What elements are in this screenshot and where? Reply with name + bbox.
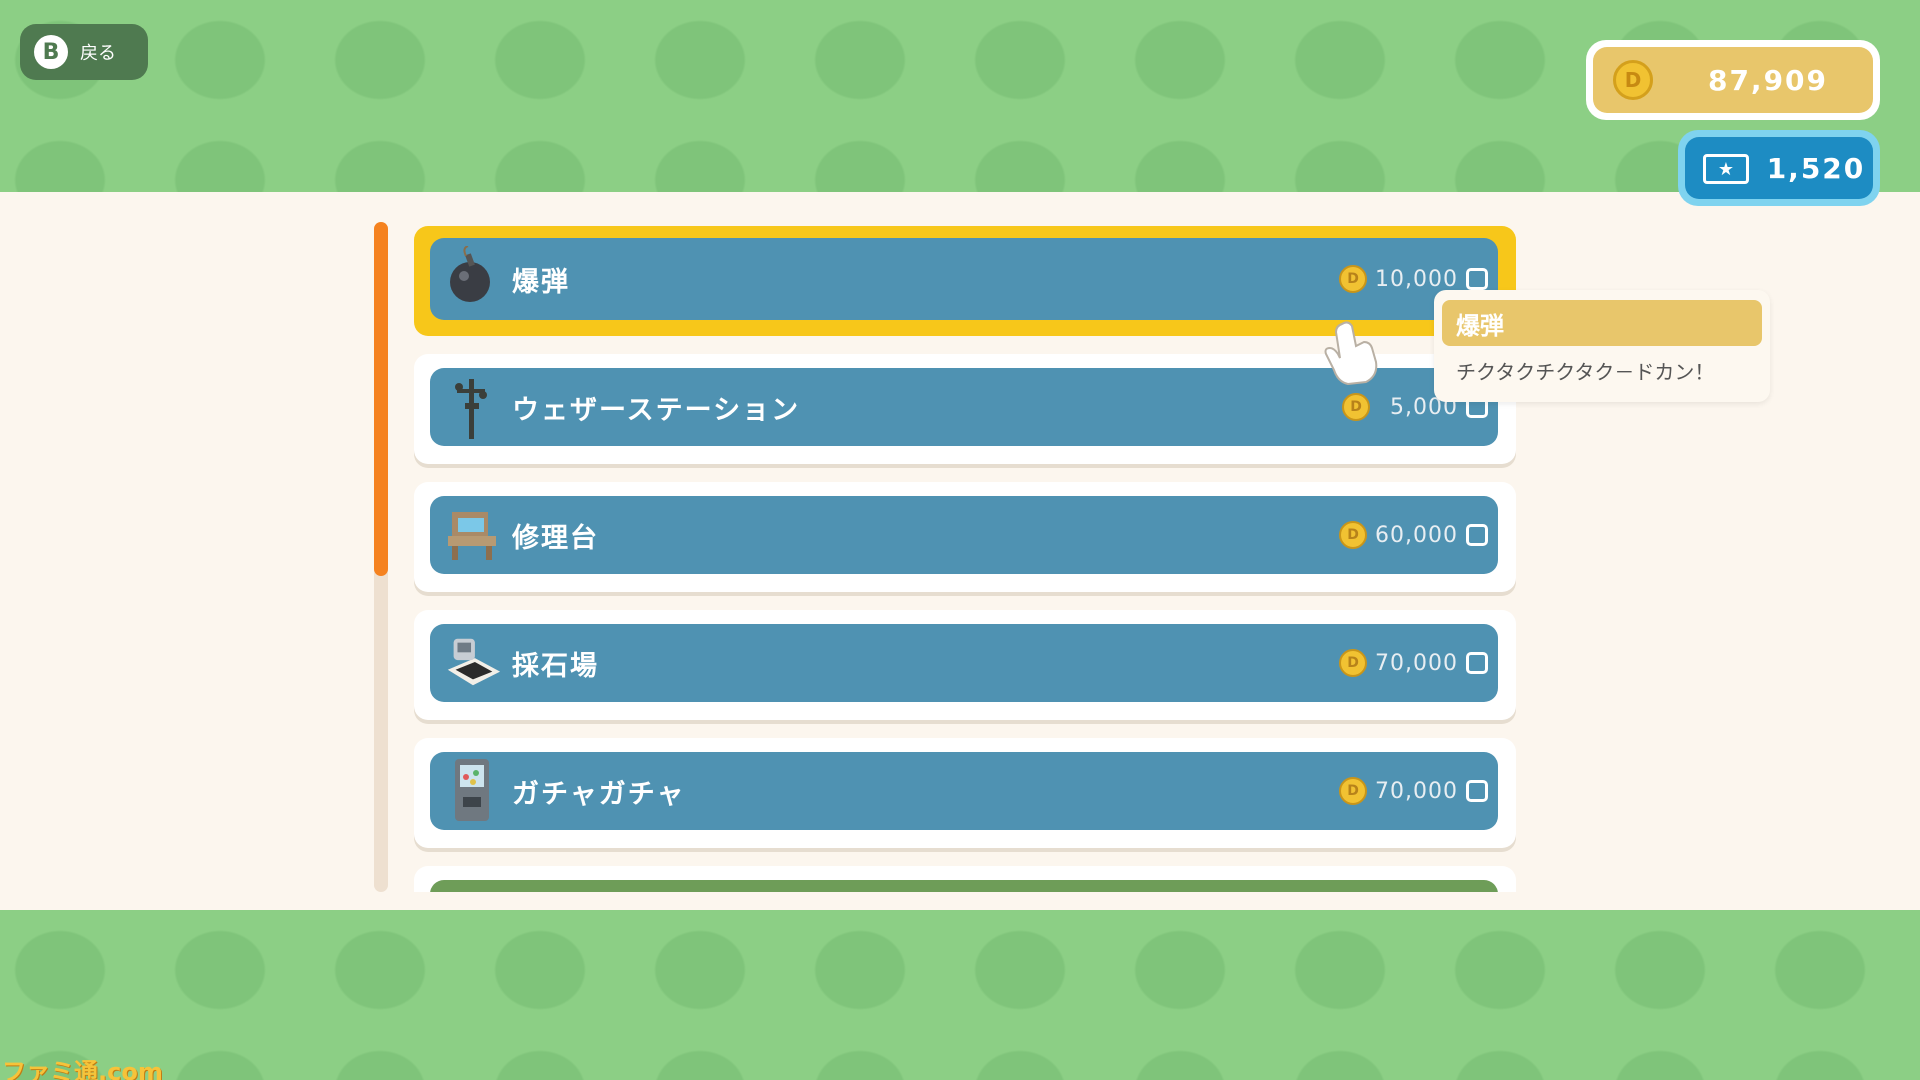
coin-balance-value: 87,909 [1707, 63, 1829, 97]
item-checkbox[interactable] [1466, 652, 1488, 674]
gacha-machine-icon [442, 759, 502, 821]
item-name: 爆弾 [512, 266, 570, 298]
item-name: ウェザーステーション [512, 394, 801, 426]
coin-icon: D [1339, 521, 1368, 549]
ticket-balance-value: 1,520 [1766, 151, 1866, 185]
watermark-logo: ファミ通.com [2, 1058, 163, 1080]
item-price: 70,000 [1375, 778, 1458, 804]
item-price: 60,000 [1375, 522, 1458, 548]
back-button[interactable]: B 戻る [20, 24, 148, 80]
shop-item-repair-bench[interactable]: 修理台 D 60,000 [414, 482, 1516, 592]
back-label: 戻る [80, 43, 116, 64]
coin-balance: D 87,909 [1586, 40, 1880, 120]
hand-cursor-icon [1318, 318, 1388, 388]
weather-station-icon [442, 376, 502, 439]
coin-icon: D [1613, 60, 1653, 100]
bomb-icon [442, 246, 502, 306]
bottom-background-band [0, 910, 1920, 1080]
item-name: 修理台 [512, 522, 599, 554]
coin-icon: D [1342, 393, 1370, 421]
coin-icon: D [1339, 265, 1368, 293]
item-price: 70,000 [1375, 650, 1458, 676]
shop-item-gacha[interactable]: ガチャガチャ D 70,000 [414, 738, 1516, 848]
shop-item-quarry[interactable]: 採石場 D 70,000 [414, 610, 1516, 720]
repair-bench-icon [442, 504, 502, 564]
scrollbar-track[interactable] [374, 222, 388, 892]
item-tooltip: 爆弾 チクタクチクタク－ドカン！ [1434, 290, 1770, 402]
item-checkbox[interactable] [1466, 780, 1488, 802]
b-button-icon: B [34, 35, 68, 69]
item-checkbox[interactable] [1466, 268, 1488, 290]
scrollbar-thumb[interactable] [374, 222, 388, 576]
quarry-icon [442, 632, 502, 692]
ticket-balance: ★ 1,520 [1678, 130, 1880, 206]
tooltip-title: 爆弾 [1442, 300, 1762, 346]
coin-icon: D [1339, 649, 1368, 677]
tooltip-description: チクタクチクタク－ドカン！ [1456, 360, 1715, 384]
item-name: 採石場 [512, 650, 599, 682]
item-name: ガチャガチャ [512, 778, 686, 810]
coin-icon: D [1339, 777, 1368, 805]
ticket-icon: ★ [1703, 154, 1749, 184]
item-price: 10,000 [1375, 266, 1458, 292]
item-checkbox[interactable] [1466, 524, 1488, 546]
shop-item-next-partial[interactable] [414, 866, 1516, 892]
